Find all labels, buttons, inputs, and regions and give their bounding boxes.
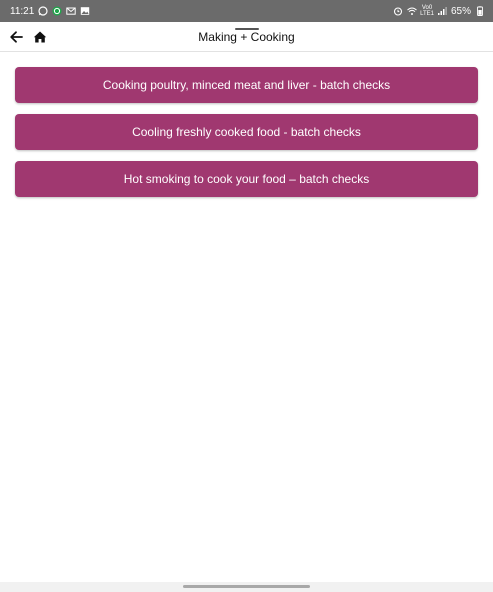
network-bottom-label: LTE1 [420,11,434,17]
whatsapp-icon [37,6,48,17]
system-nav-bar [0,582,493,592]
network-type-label: Vo0 LTE1 [420,5,434,17]
home-indicator[interactable] [183,585,310,588]
cooking-poultry-batch-checks-button[interactable]: Cooking poultry, minced meat and liver -… [15,67,478,103]
app-bar: Making + Cooking [0,22,493,52]
status-right-group: Vo0 LTE1 65% [392,5,485,17]
gallery-icon [79,6,90,17]
status-bar: 11:21 Vo0 LTE1 65% [0,0,493,22]
wifi-icon [406,6,417,17]
battery-percent: 65% [450,5,471,17]
gmail-icon [65,6,76,17]
hot-smoking-batch-checks-button[interactable]: Hot smoking to cook your food – batch ch… [15,161,478,197]
menu-list: Cooking poultry, minced meat and liver -… [15,67,478,208]
page-title: Making + Cooking [198,30,295,44]
battery-icon [474,6,485,17]
cooling-cooked-food-batch-checks-button[interactable]: Cooling freshly cooked food - batch chec… [15,114,478,150]
alarm-clock-icon [51,6,62,17]
status-left-group: 11:21 [10,6,90,17]
signal-icon [437,6,448,17]
alarm-icon [392,6,403,17]
status-time: 11:21 [10,5,35,17]
